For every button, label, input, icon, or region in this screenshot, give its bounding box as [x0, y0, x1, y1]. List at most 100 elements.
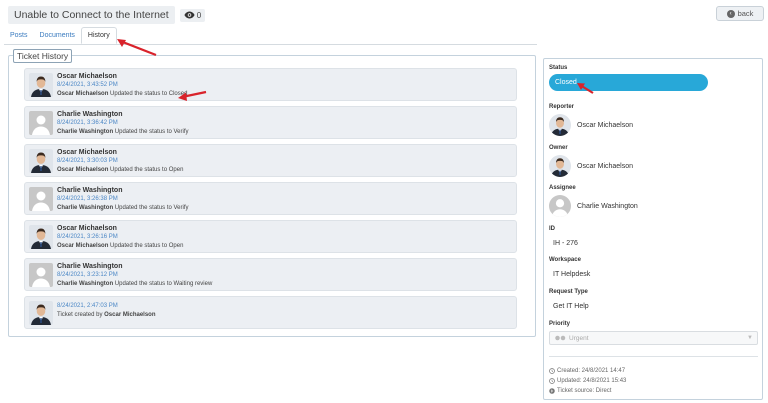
priority-value: Urgent [569, 334, 589, 342]
views-counter: 0 [179, 8, 206, 22]
entry-actor: Oscar Michaelson [57, 243, 109, 249]
entry-action: Updated the status to Open [108, 243, 184, 249]
annotation-arrow-status [577, 83, 594, 94]
assignee-label: Assignee [549, 185, 576, 191]
entry-author: Oscar Michaelson [57, 73, 117, 80]
history-entry: Oscar Michaelson 8/24/2021, 3:26:16 PM Osc… [24, 220, 517, 253]
views-count: 0 [196, 10, 202, 20]
entry-timestamp: 8/24/2021, 3:26:16 PM [57, 234, 118, 240]
ticket-source: Ticket source: Direct [557, 388, 612, 394]
arrow-right-circle-icon [549, 388, 555, 394]
created-info: Created: 24/8/2021 14:47 [549, 368, 625, 374]
back-label: back [737, 9, 754, 18]
entry-avatar [29, 73, 53, 97]
entry-content: Charlie Washington 8/24/2021, 3:36:42 PM C… [57, 110, 189, 137]
status-label: Status [549, 65, 568, 71]
eye-icon [184, 11, 195, 19]
priority-select[interactable]: Urgent ▼ [549, 331, 758, 345]
entry-timestamp: 8/24/2021, 3:23:12 PM [57, 272, 118, 278]
entry-content: 8/24/2021, 2:47:03 PM Ticket created by O… [57, 302, 156, 320]
tab-divider [4, 44, 537, 45]
entry-actor: Charlie Washington [57, 205, 114, 211]
tab-history[interactable]: History [80, 27, 117, 44]
entry-avatar [29, 187, 53, 211]
entry-actor: Charlie Washington [57, 129, 114, 135]
reporter: Oscar Michaelson [549, 114, 633, 136]
reporter-avatar [549, 114, 571, 136]
history-entry: Charlie Washington 8/24/2021, 3:23:12 PM C… [24, 258, 517, 291]
entry-content: Oscar Michaelson 8/24/2021, 3:43:52 PM Osc… [57, 72, 187, 99]
entry-content: Charlie Washington 8/24/2021, 3:26:38 PM C… [57, 186, 189, 213]
ticket-id: IH - 276 [553, 240, 578, 247]
updated-info: Updated: 24/8/2021 15:43 [549, 378, 626, 384]
sidebar-divider [549, 356, 758, 357]
entry-content: Oscar Michaelson 8/24/2021, 3:26:16 PM Osc… [57, 224, 183, 251]
entry-timestamp: 8/24/2021, 3:30:03 PM [57, 158, 118, 164]
entry-author: Charlie Washington [57, 111, 123, 118]
entry-author: Oscar Michaelson [57, 149, 117, 156]
entry-message: Oscar Michaelson Updated the status to O… [57, 166, 183, 175]
history-entry: Charlie Washington 8/24/2021, 3:26:38 PM C… [24, 182, 517, 215]
ticket-source-info: Ticket source: Direct [549, 388, 611, 394]
created-date: Created: 24/8/2021 14:47 [557, 368, 626, 374]
ticket-title: Unable to Connect to the Internet [8, 6, 175, 24]
request-type-label: Request Type [549, 289, 588, 295]
tab-bar: Posts Documents History [4, 27, 117, 44]
entry-author: Charlie Washington [57, 187, 123, 194]
entry-timestamp: 8/24/2021, 3:26:38 PM [57, 196, 118, 202]
entry-content: Oscar Michaelson 8/24/2021, 3:30:03 PM Osc… [57, 148, 183, 175]
annotation-arrow-history [117, 39, 157, 57]
workspace-value: IT Helpdesk [553, 271, 591, 278]
priority-label: Priority [549, 321, 571, 327]
request-type-value: Get IT Help [553, 303, 589, 310]
ticket-details-sidebar: Status Closed Reporter Oscar Michaelson … [543, 58, 763, 400]
entry-actor: Oscar Michaelson [104, 312, 156, 318]
ticket-header: Unable to Connect to the Internet 0 [8, 6, 206, 24]
history-entry: Oscar Michaelson 8/24/2021, 3:43:52 PM Osc… [24, 68, 517, 101]
clock-icon [549, 368, 555, 374]
entry-message: Charlie Washington Updated the status to… [57, 128, 189, 137]
owner-avatar [549, 155, 571, 177]
priority-level-icon [555, 335, 566, 341]
workspace-label: Workspace [549, 257, 581, 263]
ticket-history-legend: Ticket History [13, 49, 73, 63]
history-entry: Oscar Michaelson 8/24/2021, 3:30:03 PM Osc… [24, 144, 517, 177]
entry-message: Charlie Washington Updated the status to… [57, 204, 189, 213]
history-entry: Charlie Washington 8/24/2021, 3:36:42 PM C… [24, 106, 517, 139]
entry-action: Updated the status to Open [108, 167, 184, 173]
entry-action: Updated the status to Verify [113, 205, 189, 211]
entry-author: Oscar Michaelson [57, 225, 117, 232]
entry-author: Charlie Washington [57, 263, 123, 270]
assignee: Charlie Washington [549, 195, 638, 217]
owner-label: Owner [549, 145, 568, 151]
id-label: ID [549, 226, 555, 232]
tab-posts[interactable]: Posts [4, 27, 34, 44]
reporter-name: Oscar Michaelson [577, 121, 634, 129]
tab-documents[interactable]: Documents [34, 27, 81, 44]
entry-avatar [29, 149, 53, 173]
entry-message: Oscar Michaelson Updated the status to C… [57, 90, 187, 99]
status-select[interactable]: Closed [549, 74, 708, 91]
entry-content: Charlie Washington 8/24/2021, 3:23:12 PM C… [57, 262, 212, 289]
entry-message: Ticket created by Oscar Michaelson [57, 311, 156, 320]
reporter-label: Reporter [549, 104, 575, 110]
assignee-name: Charlie Washington [577, 202, 638, 210]
updated-date: Updated: 24/8/2021 15:43 [557, 378, 627, 384]
entry-timestamp: 8/24/2021, 3:43:52 PM [57, 82, 118, 88]
entry-action: Updated the status to Waiting review [113, 281, 213, 287]
assignee-avatar [549, 195, 571, 217]
clock-icon [549, 378, 555, 384]
entry-actor: Charlie Washington [57, 281, 114, 287]
owner: Oscar Michaelson [549, 155, 633, 177]
entry-actor: Oscar Michaelson [57, 91, 109, 97]
entry-actor: Oscar Michaelson [57, 167, 109, 173]
chevron-down-icon: ▼ [747, 335, 753, 341]
entry-message: Charlie Washington Updated the status to… [57, 280, 212, 289]
entry-action: Updated the status to Verify [113, 129, 189, 135]
history-entry: 8/24/2021, 2:47:03 PM Ticket created by O… [24, 296, 517, 329]
chevron-left-icon: ‹ [726, 9, 735, 18]
entry-action: Ticket created by [57, 312, 105, 318]
entry-avatar [29, 111, 53, 135]
back-button[interactable]: ‹ back [716, 6, 764, 21]
entry-avatar [29, 225, 53, 249]
